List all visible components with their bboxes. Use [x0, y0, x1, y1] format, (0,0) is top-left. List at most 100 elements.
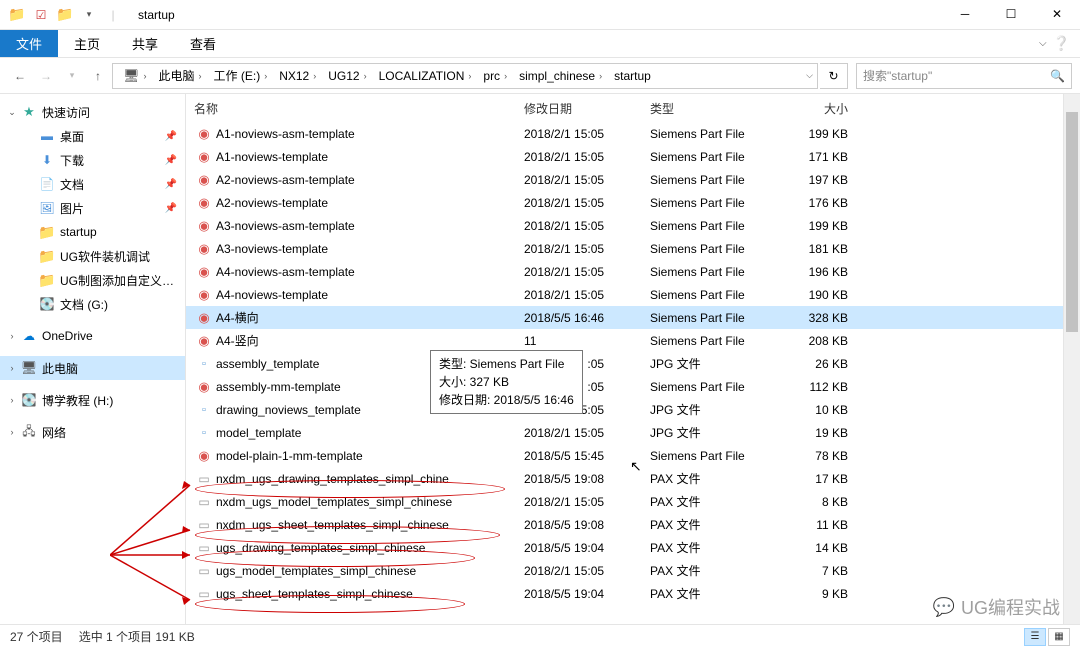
file-row[interactable]: ◉A4-横向2018/5/5 16:46Siemens Part File328…	[186, 306, 1063, 329]
breadcrumb-seg[interactable]: LOCALIZATION›	[373, 69, 478, 83]
file-name: A4-横向	[216, 309, 259, 326]
breadcrumb-seg[interactable]: startup	[608, 69, 657, 83]
file-row[interactable]: ◉A2-noviews-asm-template2018/2/1 15:05Si…	[186, 168, 1063, 191]
breadcrumb-seg[interactable]: 工作 (E:)›	[208, 67, 274, 84]
file-icon: ◉	[194, 126, 214, 142]
sidebar-ug2[interactable]: 📁UG制图添加自定义…	[0, 268, 185, 292]
sidebar-desktop[interactable]: ▬桌面📌	[0, 124, 185, 148]
search-icon[interactable]: 🔍	[1050, 69, 1065, 83]
qat-dropdown-icon[interactable]: ▾	[80, 6, 98, 24]
col-date[interactable]: 修改日期	[524, 100, 650, 117]
file-date: 2018/2/1 15:05	[524, 288, 650, 302]
sidebar-onedrive[interactable]: ›☁OneDrive	[0, 324, 185, 348]
help-icon[interactable]: ❔	[1053, 35, 1070, 52]
sidebar-docdrive[interactable]: 💽文档 (G:)	[0, 292, 185, 316]
file-icon: ▭	[194, 494, 214, 510]
file-row[interactable]: ▭ugs_sheet_templates_simpl_chinese2018/5…	[186, 582, 1063, 605]
expand-ribbon-icon[interactable]: ⌵	[1039, 38, 1047, 49]
sidebar-quick-access[interactable]: ⌄★快速访问	[0, 100, 185, 124]
file-size: 14 KB	[780, 541, 860, 555]
file-date: 2018/2/1 15:05	[524, 265, 650, 279]
file-size: 197 KB	[780, 173, 860, 187]
file-row[interactable]: ▭nxdm_ugs_drawing_templates_simpl_chine2…	[186, 467, 1063, 490]
scrollbar-thumb[interactable]	[1066, 112, 1078, 332]
home-tab[interactable]: 主页	[58, 30, 116, 57]
file-row[interactable]: ◉assembly-mm-template2018/2/1 15:05Sieme…	[186, 375, 1063, 398]
file-tab[interactable]: 文件	[0, 30, 58, 57]
file-icon: ◉	[194, 241, 214, 257]
file-icon: ◉	[194, 195, 214, 211]
forward-button[interactable]: →	[34, 64, 58, 88]
checkbox-icon[interactable]: ☑	[32, 6, 50, 24]
file-type: JPG 文件	[650, 424, 780, 441]
file-row[interactable]: ▫drawing_noviews_template2018/2/1 15:05J…	[186, 398, 1063, 421]
file-row[interactable]: ◉A4-竖向11Siemens Part File208 KB	[186, 329, 1063, 352]
navigation-pane: ⌄★快速访问 ▬桌面📌 ⬇下载📌 📄文档📌 🖼图片📌 📁startup 📁UG软…	[0, 94, 186, 624]
breadcrumb-seg[interactable]: 此电脑›	[153, 67, 208, 84]
file-row[interactable]: ◉A1-noviews-asm-template2018/2/1 15:05Si…	[186, 122, 1063, 145]
minimize-button[interactable]: ─	[942, 0, 988, 30]
share-tab[interactable]: 共享	[116, 30, 174, 57]
breadcrumb[interactable]: 🖥› 此电脑› 工作 (E:)› NX12› UG12› LOCALIZATIO…	[112, 63, 818, 89]
breadcrumb-seg[interactable]: simpl_chinese›	[513, 69, 608, 83]
file-row[interactable]: ▫assembly_template2018/2/1 15:05JPG 文件26…	[186, 352, 1063, 375]
file-name: A2-noviews-asm-template	[216, 173, 355, 187]
file-row[interactable]: ◉A1-noviews-template2018/2/1 15:05Siemen…	[186, 145, 1063, 168]
up-button[interactable]: ↑	[86, 64, 110, 88]
file-row[interactable]: ▭nxdm_ugs_sheet_templates_simpl_chinese2…	[186, 513, 1063, 536]
icons-view-button[interactable]: ▦	[1048, 628, 1070, 646]
sidebar-hdrive[interactable]: ›💽博学教程 (H:)	[0, 388, 185, 412]
file-row[interactable]: ◉A4-noviews-asm-template2018/2/1 15:05Si…	[186, 260, 1063, 283]
refresh-button[interactable]: ↻	[820, 63, 848, 89]
col-name[interactable]: 名称	[194, 100, 524, 117]
breadcrumb-dropdown-icon[interactable]: ⌵	[806, 70, 813, 81]
breadcrumb-seg[interactable]: NX12›	[273, 69, 322, 83]
column-headers[interactable]: 名称 修改日期 类型 大小	[186, 94, 1063, 122]
file-icon: ◉	[194, 149, 214, 165]
recent-dropdown-icon[interactable]: ▾	[60, 64, 84, 88]
view-tab[interactable]: 查看	[174, 30, 232, 57]
file-row[interactable]: ◉A4-noviews-template2018/2/1 15:05Siemen…	[186, 283, 1063, 306]
col-size[interactable]: 大小	[780, 100, 860, 117]
details-view-button[interactable]: ☰	[1024, 628, 1046, 646]
back-button[interactable]: ←	[8, 64, 32, 88]
close-button[interactable]: ✕	[1034, 0, 1080, 30]
file-row[interactable]: ◉model-plain-1-mm-template2018/5/5 15:45…	[186, 444, 1063, 467]
file-size: 196 KB	[780, 265, 860, 279]
file-row[interactable]: ◉A2-noviews-template2018/2/1 15:05Siemen…	[186, 191, 1063, 214]
file-row[interactable]: ◉A3-noviews-template2018/2/1 15:05Siemen…	[186, 237, 1063, 260]
file-size: 181 KB	[780, 242, 860, 256]
sidebar-pictures[interactable]: 🖼图片📌	[0, 196, 185, 220]
sidebar-this-pc[interactable]: ›🖥此电脑	[0, 356, 185, 380]
file-date: 2018/5/5 19:04	[524, 587, 650, 601]
file-row[interactable]: ▭ugs_drawing_templates_simpl_chinese2018…	[186, 536, 1063, 559]
file-size: 10 KB	[780, 403, 860, 417]
maximize-button[interactable]: ☐	[988, 0, 1034, 30]
search-input[interactable]: 搜索"startup" 🔍	[856, 63, 1072, 89]
sidebar-documents[interactable]: 📄文档📌	[0, 172, 185, 196]
breadcrumb-seg[interactable]: prc›	[477, 69, 513, 83]
file-type: JPG 文件	[650, 355, 780, 372]
pin-icon: 📌	[165, 155, 177, 166]
breadcrumb-seg[interactable]: UG12›	[322, 69, 372, 83]
scrollbar[interactable]	[1063, 94, 1080, 624]
file-size: 171 KB	[780, 150, 860, 164]
file-type: PAX 文件	[650, 585, 780, 602]
sidebar-downloads[interactable]: ⬇下载📌	[0, 148, 185, 172]
sidebar-startup[interactable]: 📁startup	[0, 220, 185, 244]
file-icon: ▭	[194, 563, 214, 579]
file-row[interactable]: ▫model_template2018/2/1 15:05JPG 文件19 KB	[186, 421, 1063, 444]
file-row[interactable]: ▭nxdm_ugs_model_templates_simpl_chinese2…	[186, 490, 1063, 513]
col-type[interactable]: 类型	[650, 100, 780, 117]
file-date: 2018/2/1 15:05	[524, 127, 650, 141]
file-icon: ◉	[194, 172, 214, 188]
file-type: Siemens Part File	[650, 219, 780, 233]
sidebar-network[interactable]: ›🖧网络	[0, 420, 185, 444]
file-icon: ▫	[194, 402, 214, 418]
file-row[interactable]: ▭ugs_model_templates_simpl_chinese2018/2…	[186, 559, 1063, 582]
file-name: nxdm_ugs_model_templates_simpl_chinese	[216, 495, 452, 509]
file-name: A4-noviews-asm-template	[216, 265, 355, 279]
file-size: 26 KB	[780, 357, 860, 371]
sidebar-ug1[interactable]: 📁UG软件装机调试	[0, 244, 185, 268]
file-row[interactable]: ◉A3-noviews-asm-template2018/2/1 15:05Si…	[186, 214, 1063, 237]
